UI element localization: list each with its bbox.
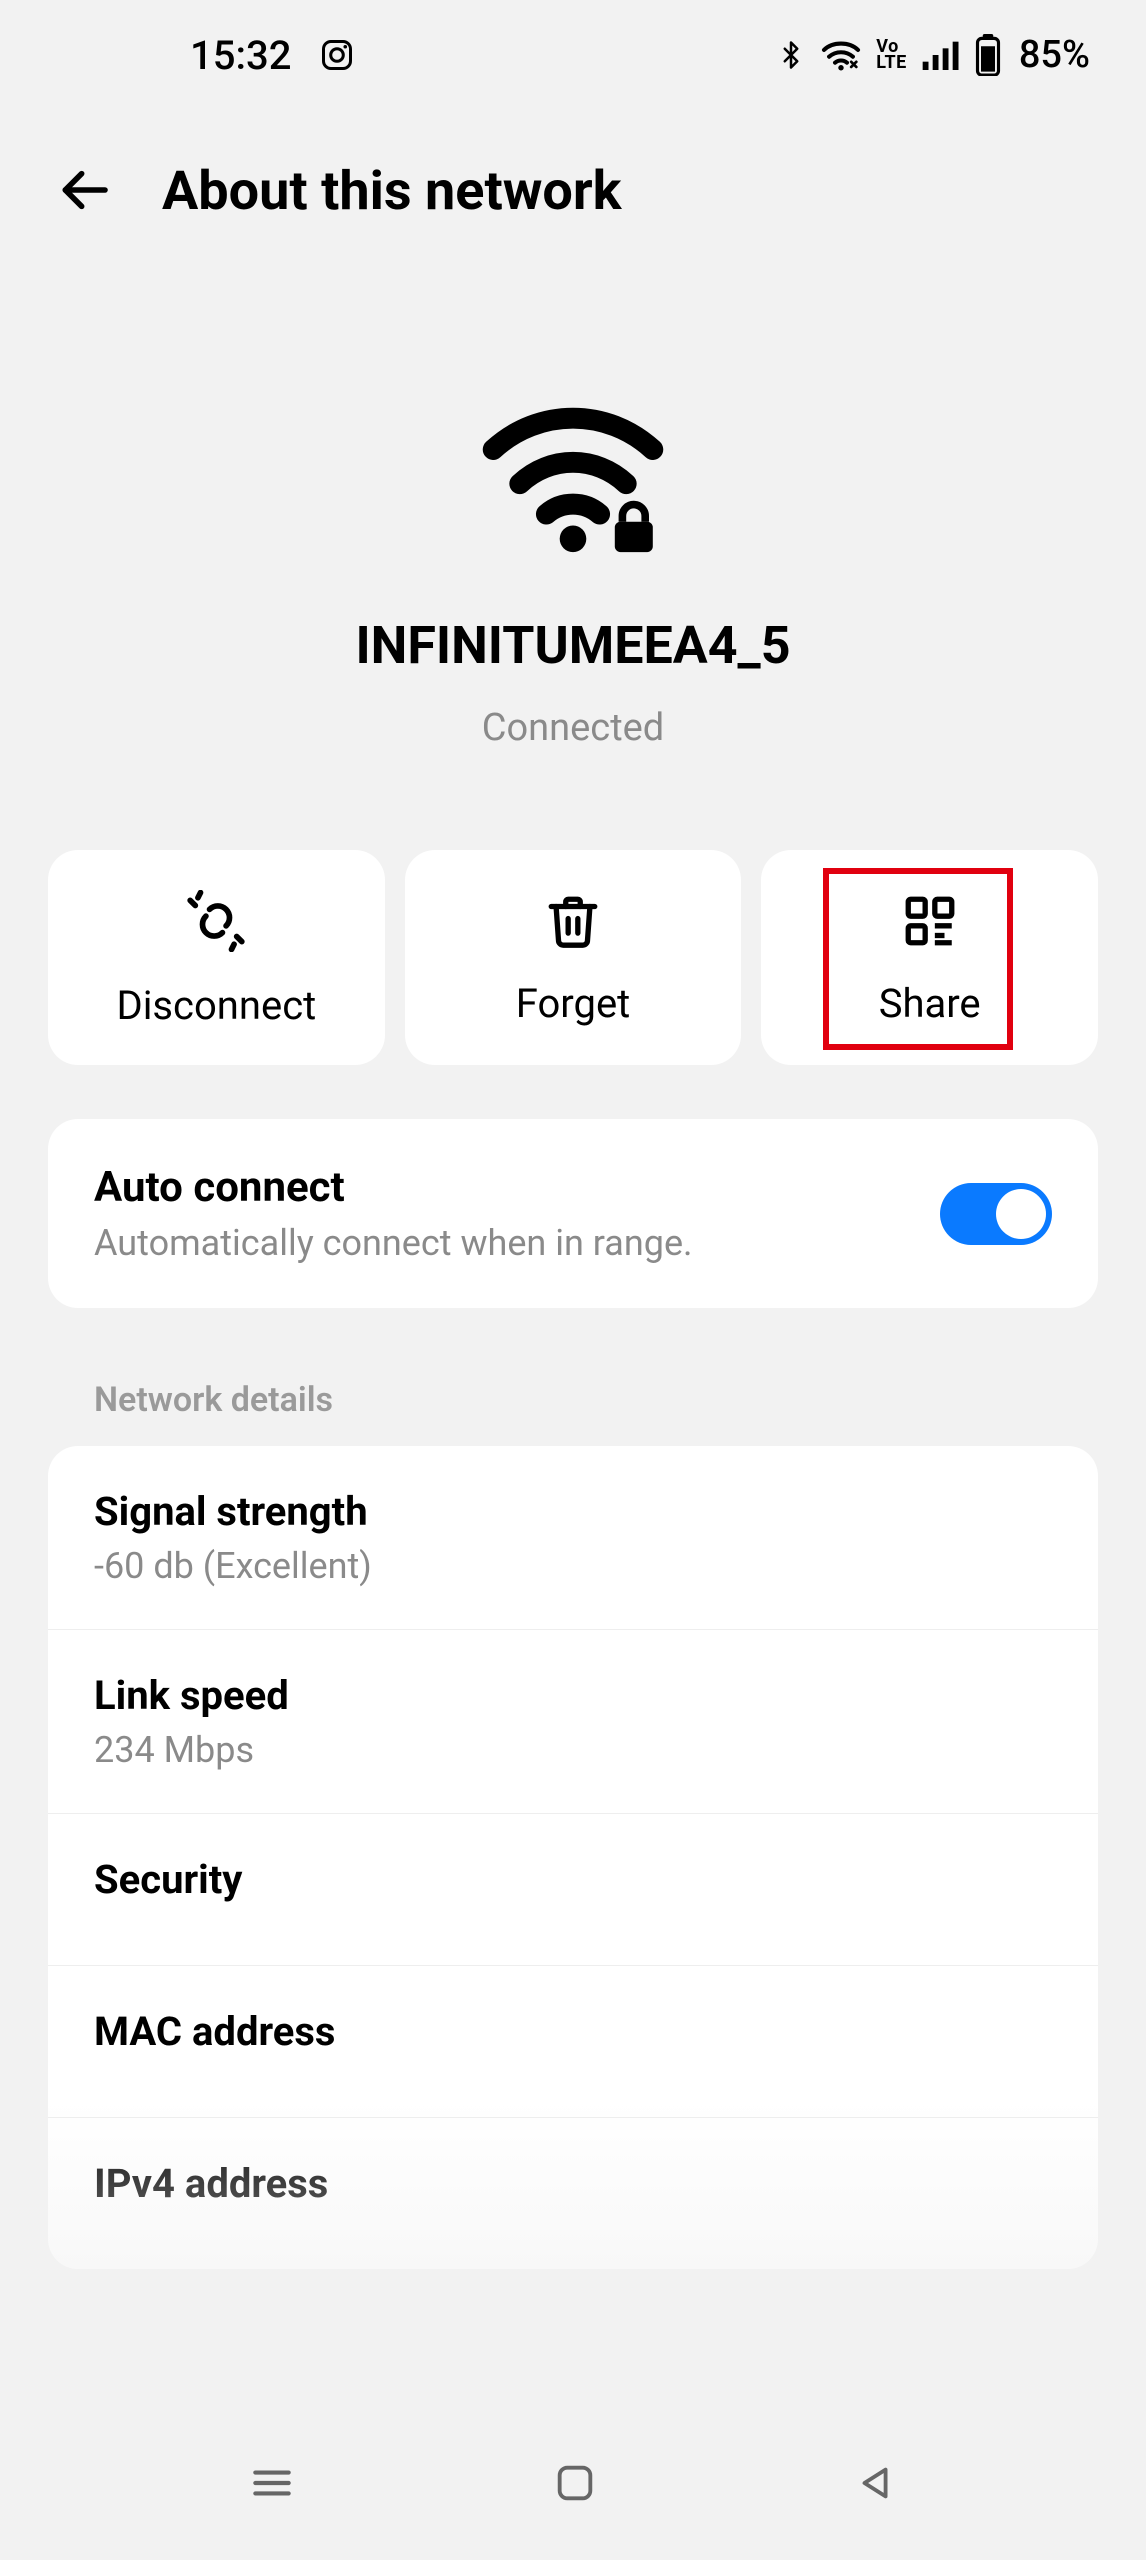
disconnect-button[interactable]: Disconnect bbox=[48, 850, 385, 1065]
network-hero: INFINITUMEEA4_5 Connected bbox=[0, 263, 1146, 810]
auto-connect-row[interactable]: Auto connect Automatically connect when … bbox=[48, 1119, 1098, 1308]
detail-mac-address[interactable]: MAC address bbox=[48, 1966, 1098, 2118]
network-details-heading: Network details bbox=[0, 1308, 1146, 1446]
detail-value: 234 Mbps bbox=[94, 1729, 1052, 1771]
signal-icon bbox=[921, 38, 961, 72]
auto-connect-title: Auto connect bbox=[94, 1163, 693, 1212]
bluetooth-icon bbox=[776, 35, 806, 75]
detail-ipv4-address[interactable]: IPv4 address bbox=[48, 2118, 1098, 2269]
wifi-icon bbox=[820, 38, 862, 72]
page-title: About this network bbox=[162, 160, 622, 223]
back-icon[interactable] bbox=[56, 162, 112, 222]
instagram-icon bbox=[319, 37, 355, 73]
network-ssid: INFINITUMEEA4_5 bbox=[355, 615, 790, 676]
network-status: Connected bbox=[482, 706, 664, 750]
battery-percentage: 85% bbox=[1019, 33, 1090, 77]
page-header: About this network bbox=[0, 110, 1146, 263]
unlink-icon bbox=[185, 890, 247, 956]
detail-value bbox=[94, 1913, 1052, 1923]
recents-button[interactable] bbox=[247, 2458, 297, 2512]
trash-icon bbox=[544, 892, 602, 954]
disconnect-label: Disconnect bbox=[116, 982, 316, 1029]
detail-title: Link speed bbox=[94, 1672, 1052, 1719]
detail-security[interactable]: Security bbox=[48, 1814, 1098, 1966]
detail-value bbox=[94, 2065, 1052, 2075]
qr-icon bbox=[901, 892, 959, 954]
volte-icon: VoLTE bbox=[876, 39, 907, 71]
action-row: Disconnect Forget Share bbox=[0, 810, 1146, 1065]
detail-value bbox=[94, 2217, 1052, 2227]
network-details-card: Signal strength -60 db (Excellent) Link … bbox=[48, 1446, 1098, 2269]
back-button[interactable] bbox=[853, 2460, 899, 2510]
status-bar: 15:32 VoLTE 85% bbox=[0, 0, 1146, 110]
detail-title: Signal strength bbox=[94, 1488, 1052, 1535]
share-label: Share bbox=[879, 980, 981, 1027]
detail-title: Security bbox=[94, 1856, 1052, 1903]
battery-icon bbox=[975, 34, 1001, 76]
detail-title: MAC address bbox=[94, 2008, 1052, 2055]
auto-connect-card: Auto connect Automatically connect when … bbox=[48, 1119, 1098, 1308]
system-nav-bar bbox=[0, 2410, 1146, 2560]
forget-button[interactable]: Forget bbox=[405, 850, 742, 1065]
auto-connect-toggle[interactable] bbox=[940, 1183, 1052, 1245]
detail-link-speed[interactable]: Link speed 234 Mbps bbox=[48, 1630, 1098, 1814]
share-button[interactable]: Share bbox=[761, 850, 1098, 1065]
status-time: 15:32 bbox=[190, 32, 291, 79]
detail-signal-strength[interactable]: Signal strength -60 db (Excellent) bbox=[48, 1446, 1098, 1630]
detail-value: -60 db (Excellent) bbox=[94, 1545, 1052, 1587]
detail-title: IPv4 address bbox=[94, 2160, 1052, 2207]
wifi-secure-icon bbox=[478, 403, 668, 557]
auto-connect-subtitle: Automatically connect when in range. bbox=[94, 1222, 693, 1264]
forget-label: Forget bbox=[516, 980, 630, 1027]
home-button[interactable] bbox=[552, 2460, 598, 2510]
